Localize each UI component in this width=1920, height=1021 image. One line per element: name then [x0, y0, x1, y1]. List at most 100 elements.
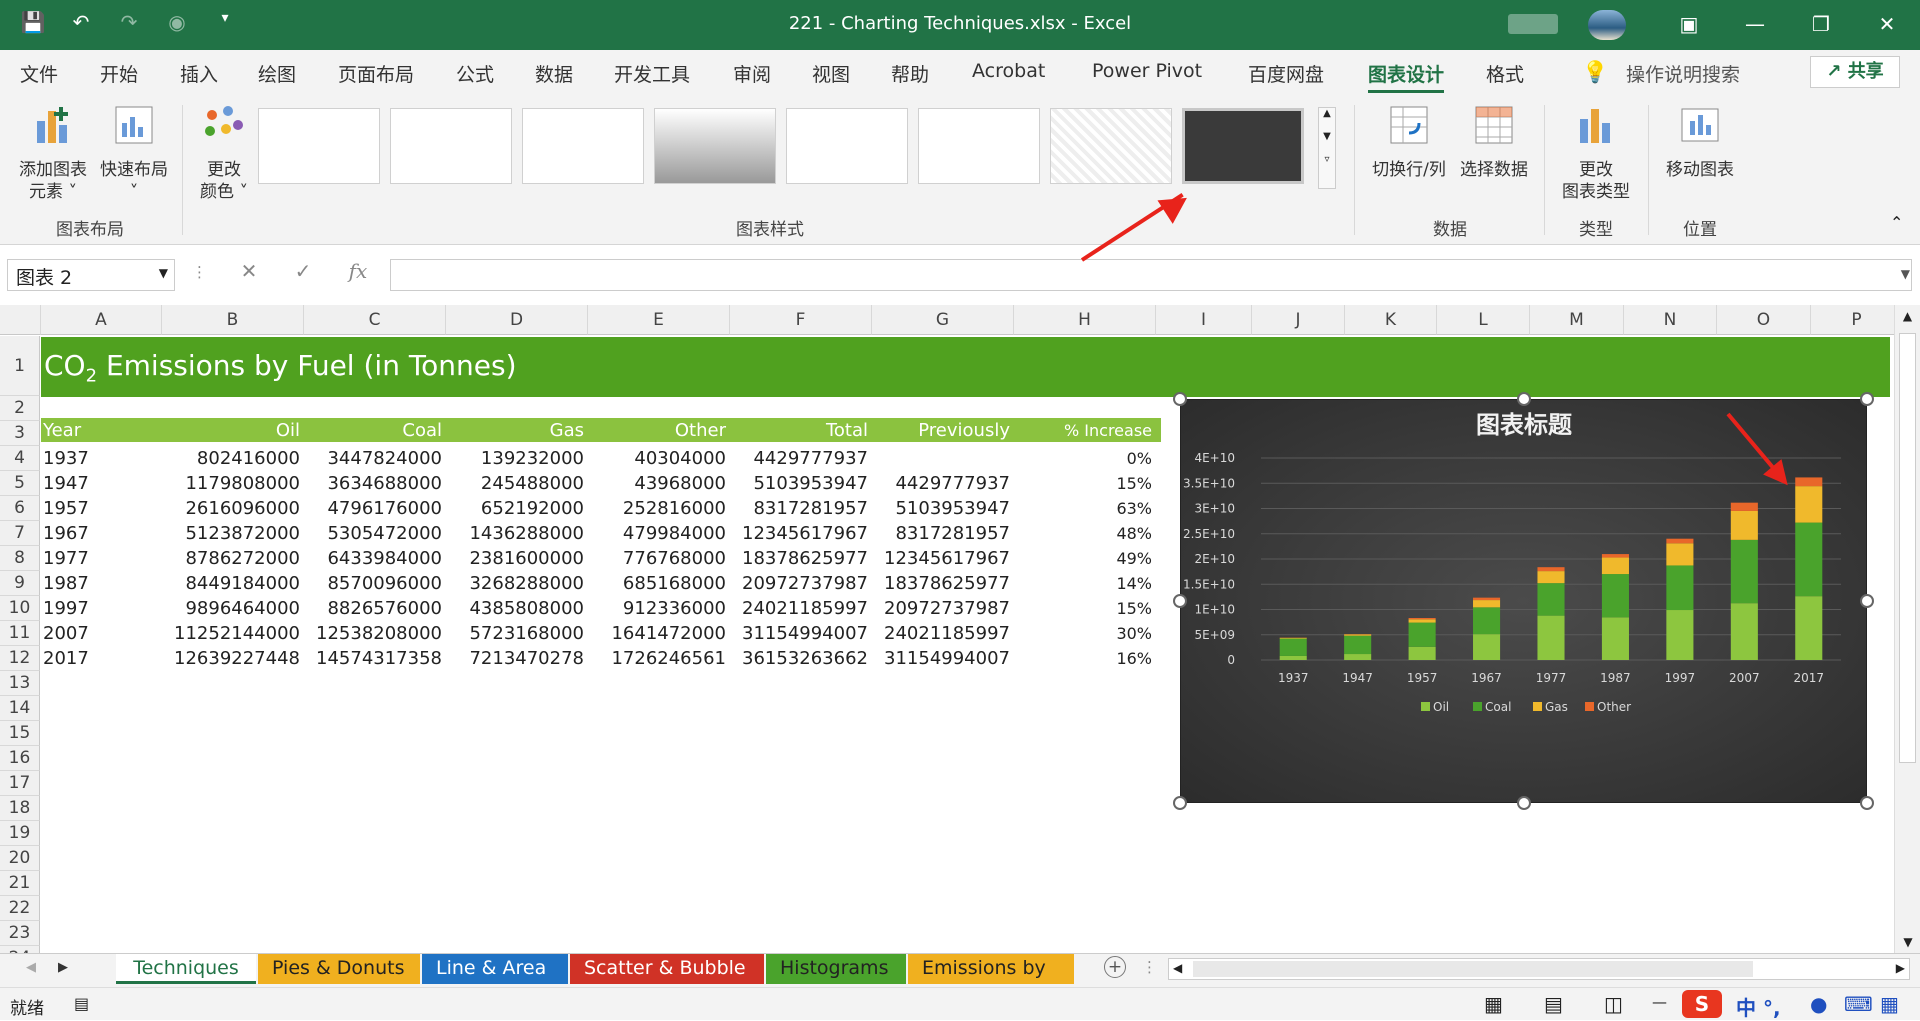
name-box[interactable]: 图表 2▼	[7, 259, 175, 291]
table-cell[interactable]: 11252144000	[164, 621, 300, 646]
table-cell[interactable]: 12345617967	[732, 521, 868, 546]
row-header[interactable]: 3	[0, 421, 40, 446]
table-cell[interactable]: 1967	[43, 521, 89, 546]
bar-segment-other[interactable]	[1409, 618, 1436, 619]
scroll-down-icon[interactable]: ▼	[1895, 935, 1920, 949]
table-cell[interactable]: 40304000	[590, 446, 726, 471]
avatar[interactable]	[1588, 10, 1626, 40]
tab-options-dots-icon[interactable]: ⋮	[1142, 958, 1157, 976]
cancel-icon[interactable]: ✕	[241, 259, 258, 291]
table-cell[interactable]: 1987	[43, 571, 89, 596]
sheet-tab[interactable]: Techniques	[116, 954, 256, 984]
x-tick-label[interactable]: 2017	[1794, 671, 1825, 685]
row-header[interactable]: 12	[0, 646, 40, 671]
row-header[interactable]: 2	[0, 396, 40, 421]
zoom-out-icon[interactable]: —	[1652, 993, 1667, 1011]
table-cell[interactable]: 12639227448	[164, 646, 300, 671]
bar-segment-oil[interactable]	[1795, 596, 1822, 660]
add-sheet-icon[interactable]: +	[1104, 956, 1126, 978]
tab-page-layout[interactable]: 页面布局	[338, 60, 414, 87]
chart-style-2[interactable]	[390, 108, 512, 184]
table-cell[interactable]: 31154994007	[732, 621, 868, 646]
legend-label[interactable]: Other	[1597, 700, 1631, 714]
bar-segment-gas[interactable]	[1537, 571, 1564, 583]
page-layout-view-icon[interactable]: ▤	[1544, 992, 1563, 1016]
legend-swatch[interactable]	[1533, 702, 1542, 711]
table-cell[interactable]: 24021185997	[732, 596, 868, 621]
add-chart-element-button[interactable]: 添加图表 元素 ˅	[10, 103, 96, 203]
bar-segment-coal[interactable]	[1602, 574, 1629, 617]
bar-segment-gas[interactable]	[1795, 486, 1822, 522]
tell-me-search[interactable]: 操作说明搜索	[1626, 60, 1740, 87]
table-cell[interactable]: 48%	[1016, 521, 1152, 546]
tab-baidu[interactable]: 百度网盘	[1248, 60, 1324, 87]
table-cell[interactable]: 1436288000	[448, 521, 584, 546]
bar-segment-other[interactable]	[1666, 539, 1693, 544]
table-cell[interactable]: 802416000	[164, 446, 300, 471]
table-cell[interactable]: 4796176000	[306, 496, 442, 521]
bar-segment-oil[interactable]	[1409, 647, 1436, 660]
table-cell[interactable]: 8826576000	[306, 596, 442, 621]
microphone-icon[interactable]: ●	[1810, 992, 1827, 1016]
gallery-up-icon[interactable]: ▲	[1319, 108, 1335, 119]
table-cell[interactable]: 652192000	[448, 496, 584, 521]
row-header[interactable]: 19	[0, 821, 40, 846]
legend-swatch[interactable]	[1473, 702, 1482, 711]
table-cell[interactable]: 685168000	[590, 571, 726, 596]
table-cell[interactable]: 7213470278	[448, 646, 584, 671]
chart-style-3[interactable]	[522, 108, 644, 184]
table-header-cell[interactable]: Oil	[164, 420, 300, 442]
table-cell[interactable]: 15%	[1016, 596, 1152, 621]
table-cell[interactable]: 36153263662	[732, 646, 868, 671]
column-header-i[interactable]: I	[1156, 305, 1252, 335]
expand-formula-icon[interactable]: ▼	[1901, 267, 1910, 281]
column-header-m[interactable]: M	[1530, 305, 1624, 335]
resize-handle-se[interactable]	[1860, 796, 1874, 810]
table-cell[interactable]: 15%	[1016, 471, 1152, 496]
table-cell[interactable]: 31154994007	[874, 646, 1010, 671]
column-header-e[interactable]: E	[588, 305, 730, 335]
ime-grid-icon[interactable]: ▦	[1880, 992, 1899, 1016]
row-header[interactable]: 22	[0, 896, 40, 921]
y-tick-label[interactable]: 2E+10	[1194, 552, 1235, 566]
column-header-p[interactable]: P	[1811, 305, 1903, 335]
column-header-g[interactable]: G	[872, 305, 1014, 335]
y-tick-label[interactable]: 4E+10	[1194, 451, 1235, 465]
table-header-cell[interactable]: Other	[590, 420, 726, 442]
table-cell[interactable]: 1957	[43, 496, 89, 521]
table-cell[interactable]: 245488000	[448, 471, 584, 496]
chart-style-8[interactable]	[1182, 108, 1304, 184]
legend-label[interactable]: Coal	[1485, 700, 1511, 714]
table-cell[interactable]: 8570096000	[306, 571, 442, 596]
column-header-l[interactable]: L	[1437, 305, 1530, 335]
table-cell[interactable]: 49%	[1016, 546, 1152, 571]
chart-style-7[interactable]	[1050, 108, 1172, 184]
page-break-view-icon[interactable]: ◫	[1604, 992, 1623, 1016]
tab-data[interactable]: 数据	[535, 60, 573, 87]
table-cell[interactable]: 12538208000	[306, 621, 442, 646]
table-cell[interactable]: 5103953947	[732, 471, 868, 496]
table-cell[interactable]: 6433984000	[306, 546, 442, 571]
x-tick-label[interactable]: 1947	[1342, 671, 1373, 685]
table-cell[interactable]: 24021185997	[874, 621, 1010, 646]
legend-label[interactable]: Oil	[1433, 700, 1449, 714]
gallery-more-icon[interactable]: ▿	[1319, 154, 1335, 165]
y-tick-label[interactable]: 1E+10	[1194, 603, 1235, 617]
table-cell[interactable]: 43968000	[590, 471, 726, 496]
close-icon[interactable]: ✕	[1854, 0, 1920, 50]
bar-segment-coal[interactable]	[1344, 636, 1371, 654]
bar-segment-other[interactable]	[1537, 567, 1564, 571]
options-dots-icon[interactable]: ⋮	[192, 263, 207, 281]
x-tick-label[interactable]: 2007	[1729, 671, 1760, 685]
resize-handle-nw[interactable]	[1173, 392, 1187, 406]
table-cell[interactable]: 0%	[1016, 446, 1152, 471]
resize-handle-n[interactable]	[1517, 392, 1531, 406]
column-header-b[interactable]: B	[162, 305, 304, 335]
gallery-down-icon[interactable]: ▼	[1319, 131, 1335, 142]
row-header[interactable]: 14	[0, 696, 40, 721]
row-header[interactable]: 21	[0, 871, 40, 896]
table-cell[interactable]: 2017	[43, 646, 89, 671]
sheet-tab[interactable]: Scatter & Bubble	[570, 954, 764, 984]
table-cell[interactable]: 4429777937	[732, 446, 868, 471]
bar-segment-oil[interactable]	[1537, 616, 1564, 660]
